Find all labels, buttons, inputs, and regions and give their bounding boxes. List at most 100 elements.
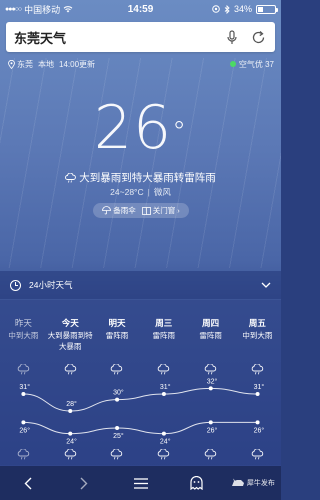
forecast-day[interactable]: 明天 雷阵雨 [94, 318, 141, 352]
low-temp-label: 26° [254, 426, 265, 434]
windows-text: 关门窗 [152, 206, 176, 215]
forecast-day[interactable]: 昨天 中到大雨 [0, 318, 47, 352]
night-rain-icon [47, 449, 94, 460]
bluetooth-icon [224, 4, 230, 14]
rhino-logo-icon [231, 478, 244, 486]
hourly-forecast-toggle[interactable]: 24小时天气 [0, 271, 281, 299]
rain-cloud-icon [140, 364, 187, 375]
high-temp-label: 31° [160, 383, 171, 391]
air-quality[interactable]: 空气优 37 [229, 59, 274, 70]
battery-percent: 34% [233, 4, 252, 14]
forecast-day-name: 今天 [61, 318, 79, 328]
high-temp-label: 31° [19, 383, 30, 391]
low-temp-line [23, 421, 258, 435]
update-time: 14:00更新 [59, 59, 96, 69]
forward-button[interactable] [56, 466, 112, 500]
rain-cloud-icon [47, 364, 94, 375]
night-rain-icon [94, 449, 141, 460]
signal-icon: ●●●○○ [5, 5, 22, 13]
life-tips-button[interactable]: 备雨伞 关门窗 › [93, 203, 189, 218]
high-temp-point [115, 397, 120, 402]
forecast-day-desc: 中到大雨 [8, 331, 39, 340]
degree-symbol: ° [172, 115, 188, 148]
low-temp-point [21, 420, 26, 425]
watermark: 犀牛发布 [231, 478, 275, 488]
rain-cloud-icon [65, 172, 77, 183]
menu-button[interactable] [112, 466, 168, 500]
umbrella-tip: 备雨伞 [102, 205, 136, 216]
chevron-down-icon [261, 282, 271, 288]
condition-text: 大到暴雨到特大暴雨转雷阵雨 [79, 172, 216, 184]
clock-icon [10, 279, 21, 291]
high-temp-point [255, 392, 260, 396]
windows-tip: 关门窗 › [141, 205, 180, 216]
air-quality-text: 空气优 37 [238, 59, 274, 69]
forecast-day[interactable]: 今天大到暴雨到特大暴雨 [47, 318, 94, 352]
window-icon [141, 206, 151, 215]
forecast-day-desc: 大到暴雨到特大暴雨 [47, 331, 93, 351]
back-arrow-icon [24, 477, 32, 489]
location-city: 东莞 [17, 59, 33, 69]
high-temp-point [208, 386, 213, 391]
current-condition: 大到暴雨到特大暴雨转雷阵雨 [0, 170, 281, 185]
low-temp-point [255, 420, 260, 425]
forecast-day[interactable]: 周三 雷阵雨 [140, 318, 187, 352]
back-button[interactable] [0, 466, 56, 500]
search-input[interactable] [14, 29, 215, 45]
temperature-chart: 31° 28° 30° 31° 32° 31° 26° 24° 25° 24° 26° 26° [19, 377, 265, 446]
forecast-day-desc: 雷阵雨 [199, 331, 222, 340]
refresh-icon [252, 30, 264, 43]
forecast-day[interactable]: 周五 中到大雨 [234, 318, 281, 352]
forecast-day-name: 周五 [248, 318, 266, 328]
low-temp-point [115, 426, 120, 430]
forecast-day-desc: 雷阵雨 [105, 331, 129, 340]
tabs-button[interactable] [169, 466, 225, 500]
night-weather-icons [0, 449, 281, 460]
low-temp-point [208, 420, 213, 425]
high-temp-line [23, 387, 258, 412]
low-temp-point [68, 431, 73, 436]
browser-toolbar: 犀牛发布 [0, 466, 281, 500]
microphone-icon [227, 29, 237, 44]
range-divider: | [147, 187, 150, 197]
night-rain-icon [234, 449, 281, 460]
high-temp-label: 28° [66, 400, 77, 408]
temperature-value: 26 [93, 93, 173, 163]
air-quality-dot-icon [229, 61, 236, 67]
home-button[interactable]: 犀牛发布 [225, 466, 281, 500]
high-temp-point [161, 392, 166, 396]
umbrella-icon [102, 206, 112, 215]
high-temp-point [68, 409, 73, 413]
voice-button[interactable] [223, 28, 241, 46]
location-info[interactable]: 东莞 本地 14:00更新 [8, 59, 98, 70]
low-temp-point [161, 431, 166, 436]
high-temp-label: 32° [207, 377, 218, 385]
carrier: ●●●○○ 中国移动 [5, 3, 73, 16]
low-temp-label: 26° [19, 426, 30, 434]
wind-text: 微风 [153, 187, 171, 197]
rain-cloud-icon [94, 364, 141, 375]
night-rain-icon [0, 449, 47, 460]
rain-cloud-icon [0, 364, 47, 375]
carrier-name: 中国移动 [24, 4, 61, 15]
battery-fill [258, 6, 264, 12]
low-temp-label: 24° [66, 438, 77, 446]
temperature-range: 24~28°C [110, 187, 144, 197]
forecast-day[interactable]: 周四 雷阵雨 [187, 318, 234, 352]
day-weather-icons [0, 364, 281, 375]
forecast-days: 昨天 中到大雨 今天 大到暴雨到特大暴雨 明天 雷阵雨 周三 雷阵雨 周四 雷阵雨 周五 中到大雨 [0, 318, 281, 352]
rain-cloud-icon [234, 364, 281, 375]
search-bar[interactable] [6, 22, 275, 52]
location-scope: 本地 [38, 59, 54, 69]
low-temp-label: 25° [113, 432, 124, 440]
wifi-icon [63, 6, 73, 13]
high-temp-label: 31° [254, 383, 265, 391]
location-row: 东莞 本地 14:00更新 空气优 37 [8, 57, 274, 71]
forecast-day-name: 周三 [155, 318, 173, 328]
chevron-right-icon: › [177, 206, 180, 215]
high-temp-point [21, 392, 26, 396]
rain-cloud-icon [187, 364, 234, 375]
night-rain-icon [187, 449, 234, 460]
location-pin-icon [8, 59, 15, 69]
refresh-button[interactable] [249, 28, 267, 46]
